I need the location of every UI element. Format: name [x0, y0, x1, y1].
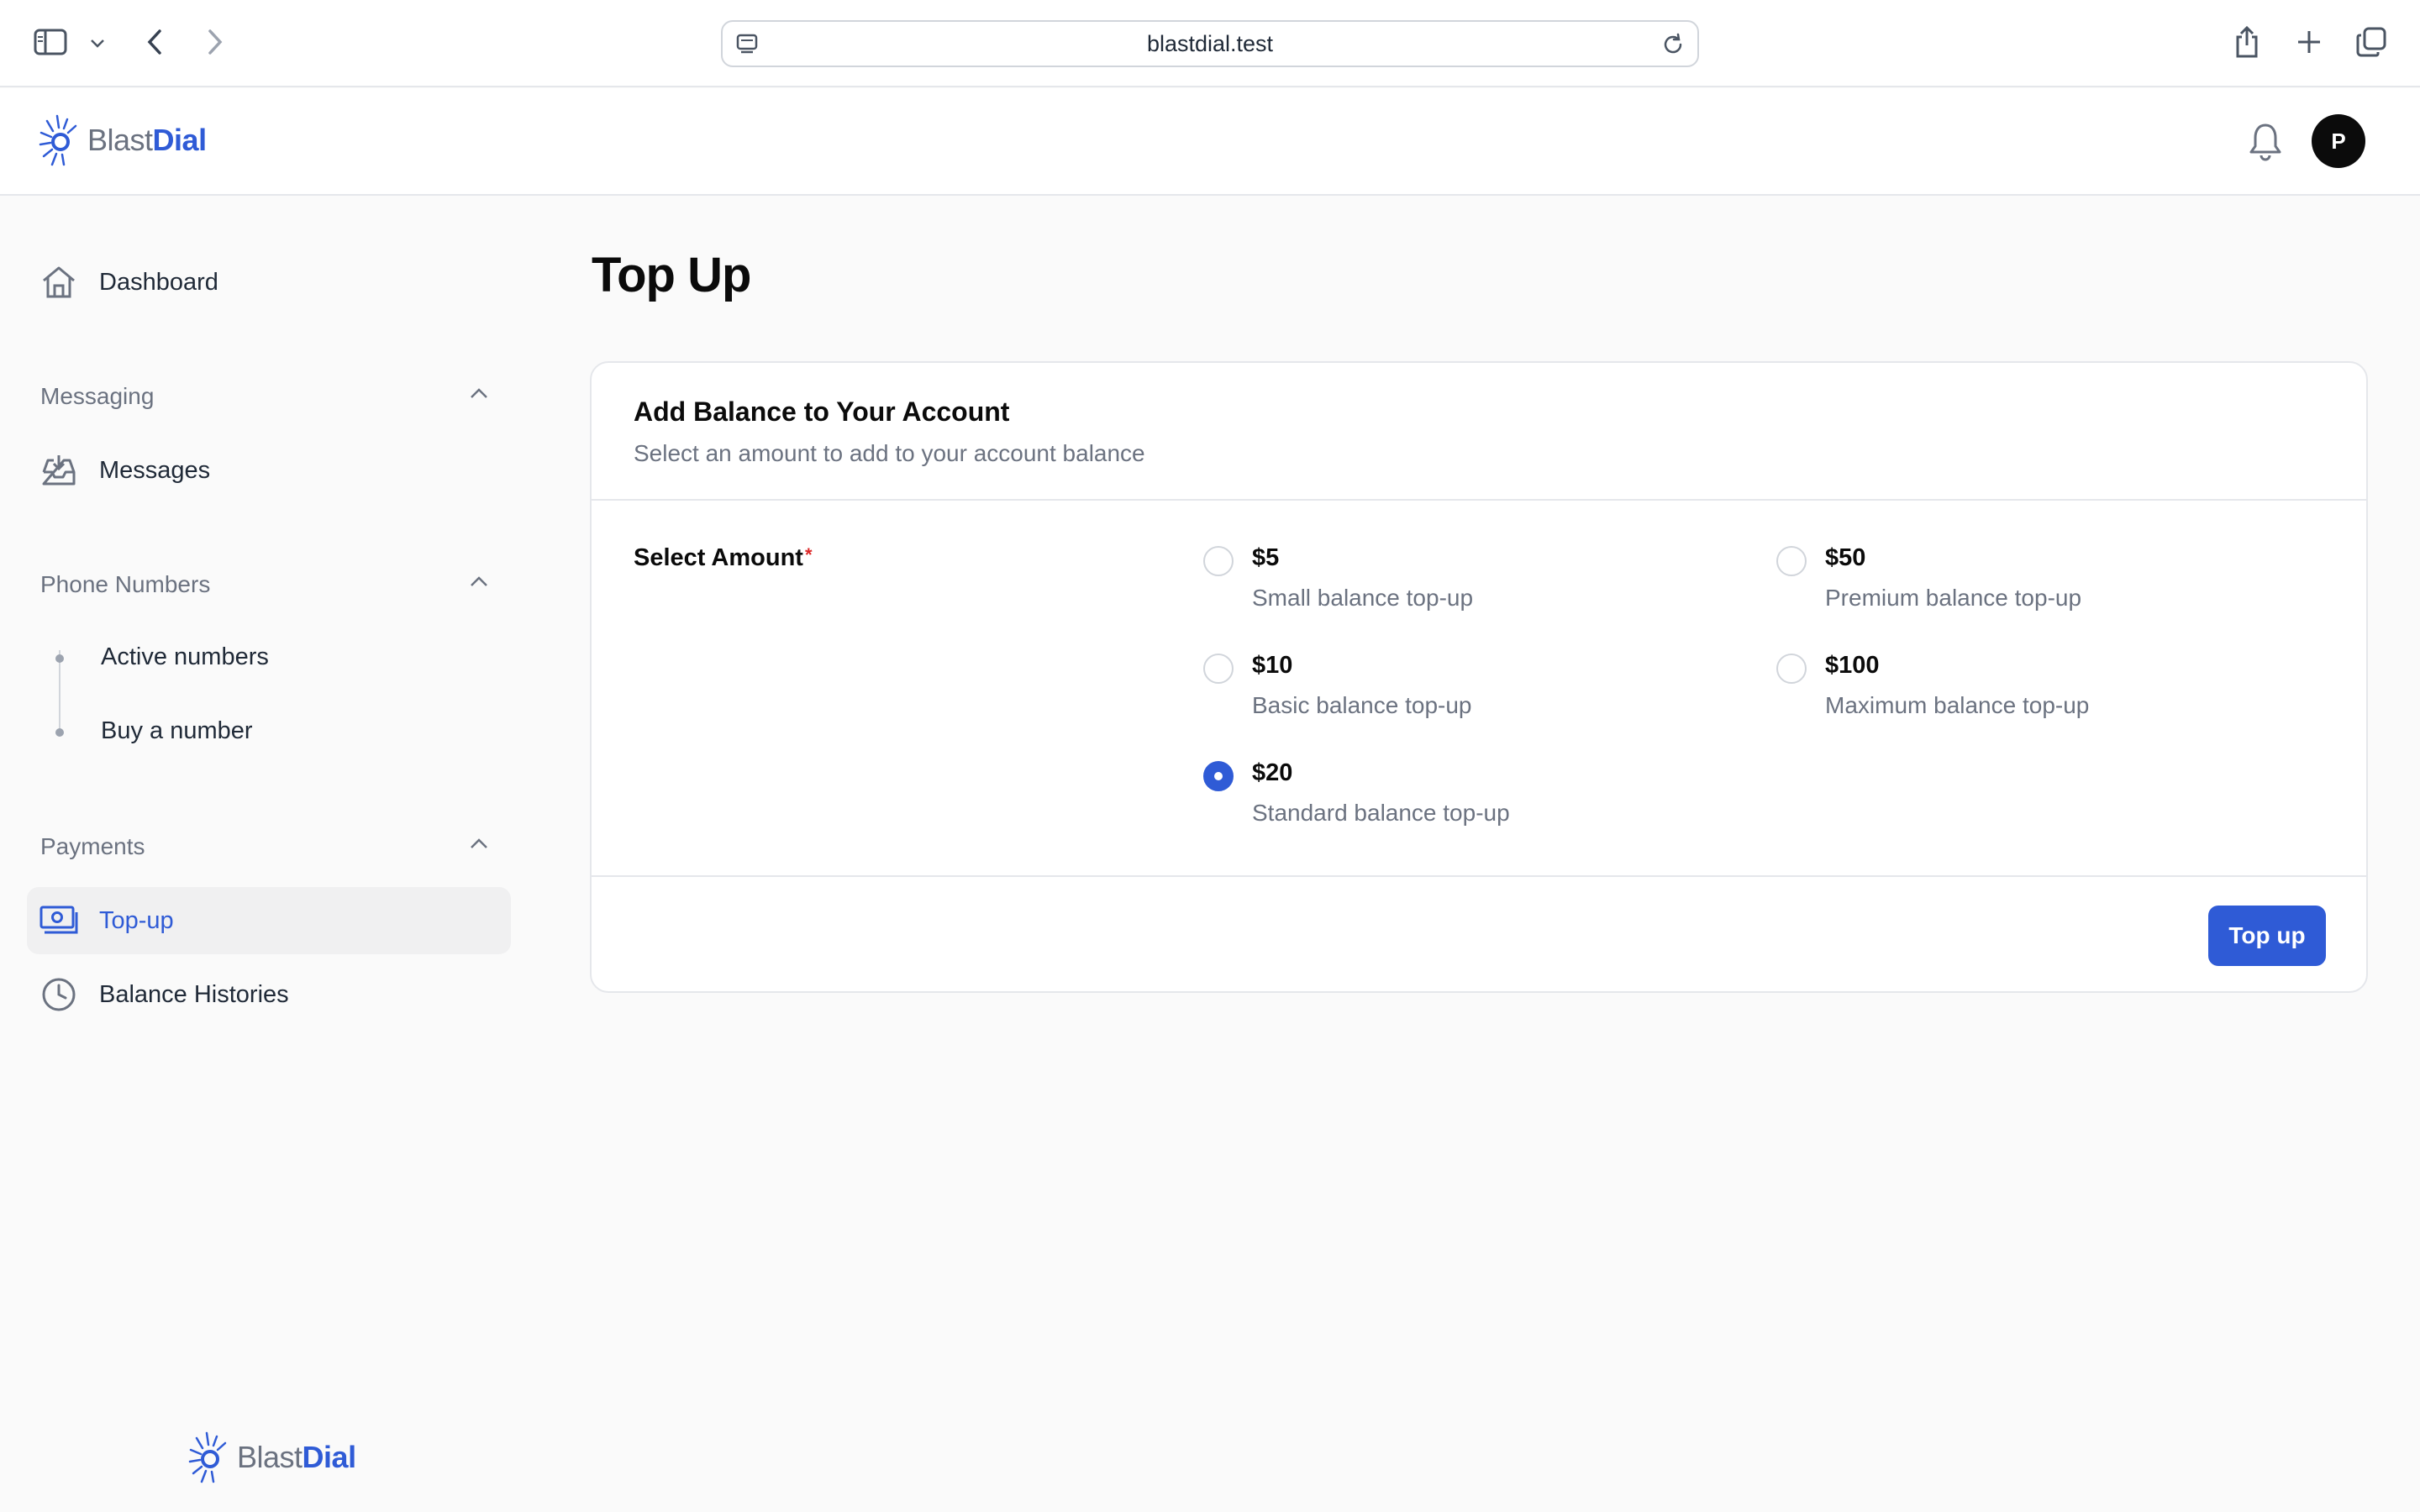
radio-button[interactable]	[1203, 654, 1234, 684]
radio-button[interactable]	[1203, 546, 1234, 576]
notification-bell-icon[interactable]	[2247, 121, 2284, 165]
sidebar-toggle-icon[interactable]	[32, 27, 69, 57]
inbox-icon	[39, 450, 79, 491]
sidebar-item-active-numbers[interactable]: Active numbers	[101, 643, 269, 671]
starburst-logo-icon	[188, 1431, 227, 1483]
site-settings-icon[interactable]	[734, 32, 760, 61]
banknotes-icon	[39, 900, 79, 941]
url-text: blastdial.test	[1146, 30, 1274, 56]
amount-option-5[interactable]: $5 Small balance top-up	[1203, 544, 1724, 637]
sidebar-item-top-up[interactable]: Top-up	[27, 887, 511, 954]
amount-option-10[interactable]: $10 Basic balance top-up	[1203, 652, 1724, 744]
chevron-up-icon[interactable]	[467, 835, 491, 856]
tab-overview-icon[interactable]	[2354, 25, 2388, 59]
radio-button[interactable]	[1776, 546, 1807, 576]
chevron-up-icon[interactable]	[467, 385, 491, 406]
home-icon	[39, 262, 79, 302]
option-amount: $50	[1825, 544, 1866, 571]
brand-name-blast: Blast	[237, 1440, 302, 1474]
sidebar-item-buy-a-number[interactable]: Buy a number	[101, 717, 253, 745]
browser-toolbar: blastdial.test	[0, 0, 2420, 87]
forward-icon[interactable]	[202, 25, 229, 59]
option-description: Premium balance top-up	[1825, 585, 2082, 611]
option-amount: $20	[1252, 759, 1293, 786]
share-icon[interactable]	[2230, 24, 2264, 60]
app-header	[0, 88, 2420, 196]
page-title: Top Up	[592, 248, 751, 302]
option-amount: $100	[1825, 652, 1880, 679]
amount-option-20[interactable]: $20 Standard balance top-up	[1203, 759, 1724, 852]
sidebar-item-label: Balance Histories	[99, 980, 289, 1008]
option-description: Maximum balance top-up	[1825, 692, 2090, 718]
radio-button-checked[interactable]	[1203, 761, 1234, 791]
brand-name-dial: Dial	[152, 123, 208, 157]
amount-option-100[interactable]: $100 Maximum balance top-up	[1776, 652, 2297, 744]
radio-button[interactable]	[1776, 654, 1807, 684]
brand-name-dial: Dial	[302, 1440, 357, 1474]
required-mark: *	[804, 544, 813, 565]
footer-brand-logo: Blast Dial	[188, 1430, 356, 1485]
field-label-text: Select Amount	[634, 544, 803, 571]
submenu-bullet	[55, 654, 64, 663]
sidebar-item-balance-histories[interactable]: Balance Histories	[27, 961, 511, 1028]
new-tab-icon[interactable]	[2294, 27, 2324, 57]
divider	[592, 875, 2366, 877]
back-icon[interactable]	[141, 25, 168, 59]
sidebar-item-label: Top-up	[99, 906, 174, 934]
divider	[592, 499, 2366, 501]
option-amount: $5	[1252, 544, 1280, 571]
sidebar-item-label: Messages	[99, 456, 211, 484]
chevron-down-icon[interactable]	[87, 34, 108, 54]
chevron-up-icon[interactable]	[467, 573, 491, 594]
top-up-card: Add Balance to Your Account Select an am…	[590, 361, 2368, 993]
card-subtitle: Select an amount to add to your account …	[634, 440, 1145, 466]
select-amount-label: Select Amount*	[634, 544, 813, 572]
sidebar-item-dashboard[interactable]: Dashboard	[27, 249, 511, 316]
option-description: Small balance top-up	[1252, 585, 1474, 611]
group-label-phone-numbers[interactable]: Phone Numbers	[40, 571, 210, 598]
submenu-bullet	[55, 728, 64, 737]
group-label-payments[interactable]: Payments	[40, 833, 145, 860]
amount-option-50[interactable]: $50 Premium balance top-up	[1776, 544, 2297, 637]
clock-icon	[39, 974, 79, 1015]
option-amount: $10	[1252, 652, 1293, 679]
option-description: Basic balance top-up	[1252, 692, 1472, 718]
card-title: Add Balance to Your Account	[634, 396, 1010, 427]
top-up-button[interactable]: Top up	[2208, 906, 2326, 966]
reload-icon[interactable]	[1660, 32, 1686, 61]
brand-name-blast: Blast	[87, 123, 153, 157]
sidebar-item-label: Dashboard	[99, 268, 218, 296]
starburst-logo-icon	[39, 114, 77, 166]
option-description: Standard balance top-up	[1252, 800, 1510, 826]
sidebar-item-messages[interactable]: Messages	[27, 437, 511, 504]
avatar[interactable]: P	[2312, 114, 2365, 168]
group-label-messaging[interactable]: Messaging	[40, 383, 154, 410]
address-bar[interactable]: blastdial.test	[721, 20, 1699, 67]
brand-logo[interactable]: Blast Dial	[39, 113, 207, 168]
